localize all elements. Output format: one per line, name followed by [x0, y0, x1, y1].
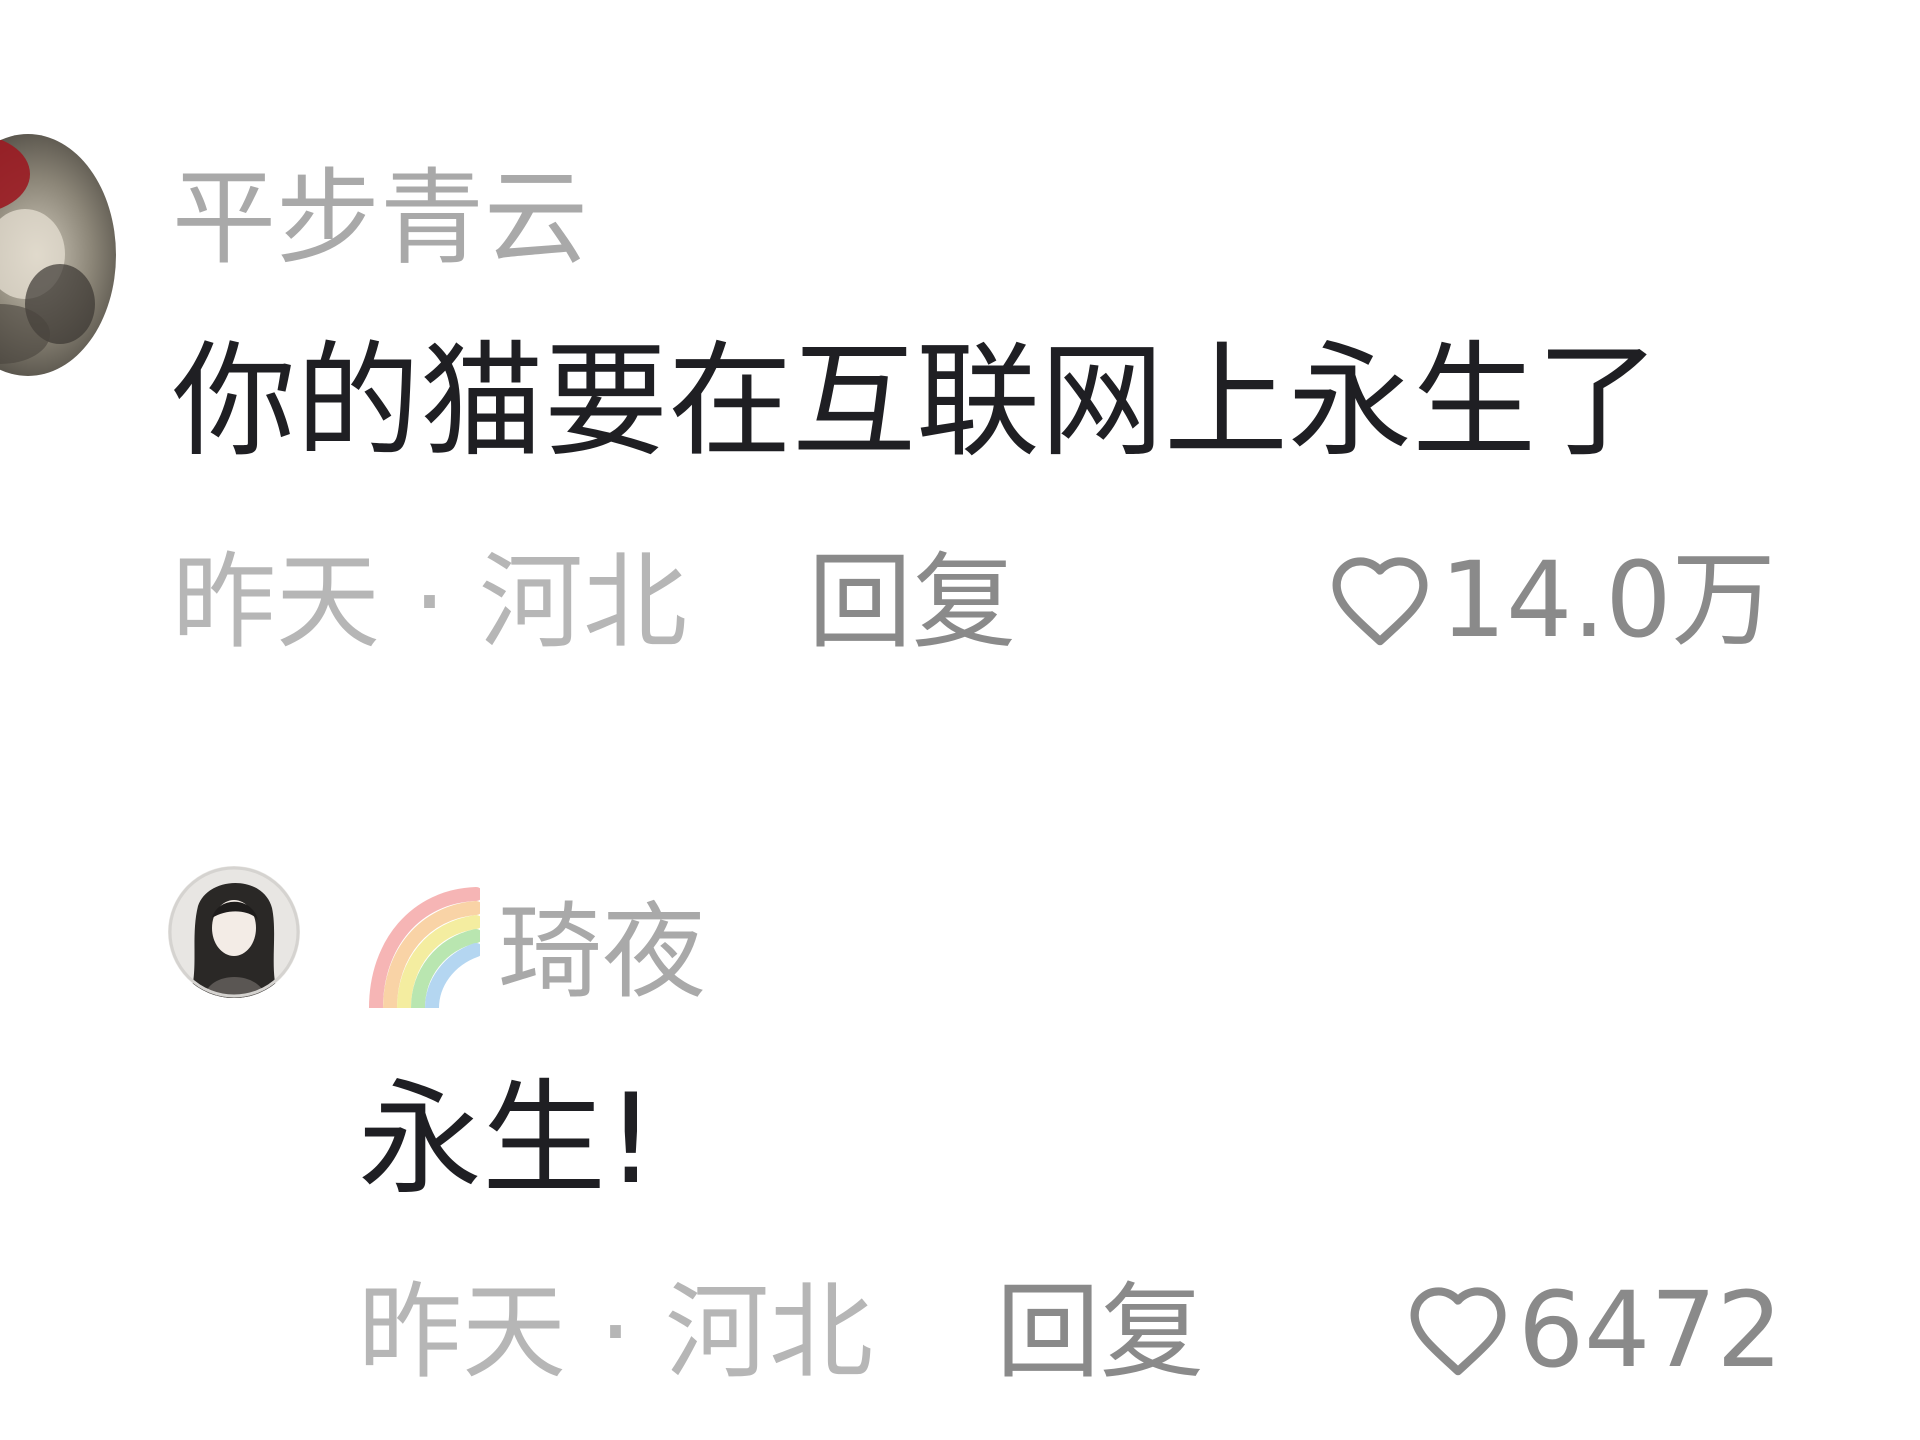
reply-button[interactable]: 回复: [996, 1280, 1204, 1384]
comment-meta: 昨天 · 河北: [172, 541, 688, 663]
comment-meta: 昨天 · 河北: [358, 1271, 874, 1393]
like-button[interactable]: 6472: [1406, 1278, 1783, 1382]
comment-item: 平步青云 你的猫要在互联网上永生了 昨天 · 河北 回复 14.0万: [0, 0, 1920, 700]
comment-text: 永生!: [358, 1068, 656, 1212]
like-count: 14.0万: [1440, 539, 1776, 661]
comment-text: 你的猫要在互联网上永生了: [172, 330, 1661, 474]
like-count: 6472: [1518, 1269, 1783, 1391]
comment-username[interactable]: 琦夜: [498, 900, 706, 1004]
comment-username[interactable]: 平步青云: [172, 166, 588, 270]
anime-character-avatar: [168, 866, 300, 998]
heart-outline-icon: [1332, 557, 1428, 646]
reply-button[interactable]: 回复: [808, 550, 1016, 654]
avatar[interactable]: [168, 866, 300, 998]
rainbow-icon: [369, 887, 480, 1008]
like-button[interactable]: 14.0万: [1328, 548, 1776, 652]
heart-outline-icon: [1410, 1287, 1506, 1376]
user-avatar-photo: [0, 134, 116, 376]
comment-item: 琦夜 永生! 昨天 · 河北 回复 6472: [0, 700, 1920, 1440]
avatar[interactable]: [0, 134, 116, 376]
